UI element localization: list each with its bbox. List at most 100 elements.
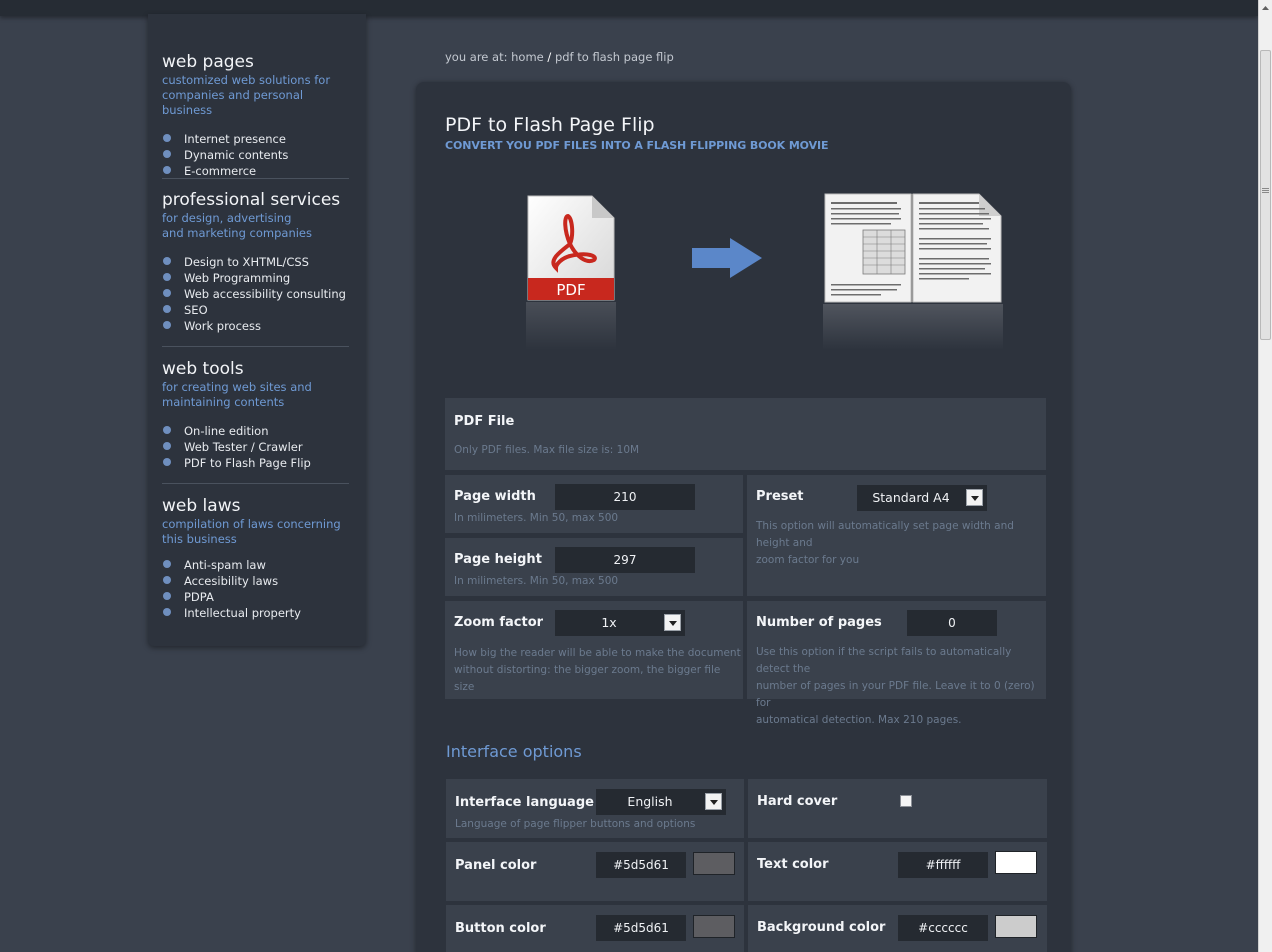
bullet-icon <box>163 442 171 450</box>
bullet-icon <box>163 150 171 158</box>
sidebar: web pages customized web solutions for co… <box>148 14 366 646</box>
number-of-pages-cell: Number of pages 0 Use this option if the… <box>747 601 1046 726</box>
bullet-icon <box>163 289 171 297</box>
sidebar-item[interactable]: Intellectual property <box>162 605 349 621</box>
preset-select[interactable]: Standard A4 <box>857 485 987 511</box>
scroll-up-icon[interactable] <box>1261 4 1270 13</box>
sidebar-item[interactable]: Anti-spam law <box>162 557 349 573</box>
sidebar-item[interactable]: Design to XHTML/CSS <box>162 254 349 270</box>
sidebar-item[interactable]: Web Tester / Crawler <box>162 439 349 455</box>
button-color-cell: Button color #5d5d61 <box>446 905 744 952</box>
background-color-cell: Background color #cccccc <box>748 905 1047 952</box>
bullet-icon <box>163 305 171 313</box>
sidebar-section-title[interactable]: web pages <box>162 52 349 72</box>
pdf-file-label: PDF File <box>454 414 515 429</box>
interface-language-label: Interface language <box>455 795 594 810</box>
page-height-hint: In milimeters. Min 50, max 500 <box>454 575 619 587</box>
page-width-input[interactable]: 210 <box>555 484 695 510</box>
pdf-file-hint: Only PDF files. Max file size is: 10M <box>454 444 640 456</box>
panel-color-cell: Panel color #5d5d61 <box>446 842 744 901</box>
sidebar-item[interactable]: Web accessibility consulting <box>162 286 349 302</box>
preset-selected-value: Standard A4 <box>872 490 950 505</box>
sidebar-item[interactable]: E-commerce <box>162 163 349 179</box>
arrow-right-icon <box>692 238 762 278</box>
preset-cell: Preset Standard A4 This option will auto… <box>747 475 1046 596</box>
pdf-icon-reflection <box>526 302 616 350</box>
bullet-icon <box>163 426 171 434</box>
sidebar-list: Internet presence Dynamic contents E-com… <box>162 131 349 179</box>
chevron-down-icon[interactable] <box>664 614 681 631</box>
page-title: PDF to Flash Page Flip <box>445 114 655 136</box>
sidebar-item[interactable]: On-line edition <box>162 423 349 439</box>
hard-cover-checkbox[interactable] <box>900 795 912 807</box>
button-color-input[interactable]: #5d5d61 <box>596 915 686 941</box>
panel-color-swatch[interactable] <box>693 852 735 875</box>
sidebar-section-subtitle: for design, advertising and marketing com… <box>162 211 312 240</box>
flip-book-icon <box>824 193 1002 303</box>
preset-label: Preset <box>756 489 804 504</box>
pdf-file-icon: PDF <box>527 195 615 301</box>
page-subtitle: CONVERT YOU PDF FILES INTO A FLASH FLIPP… <box>445 139 829 152</box>
sidebar-section-web-pages: web pages customized web solutions for co… <box>162 52 349 179</box>
button-color-swatch[interactable] <box>693 915 735 938</box>
button-color-label: Button color <box>455 921 546 936</box>
background-color-input[interactable]: #cccccc <box>898 915 988 941</box>
breadcrumb-prefix: you are at: <box>445 50 508 64</box>
bullet-icon <box>163 257 171 265</box>
background-color-swatch[interactable] <box>995 915 1037 938</box>
breadcrumb-home-link[interactable]: home <box>511 50 544 64</box>
text-color-input[interactable]: #ffffff <box>898 852 988 878</box>
page-height-input[interactable]: 297 <box>555 547 695 573</box>
flip-book-reflection <box>823 304 1003 350</box>
scroll-grip-icon <box>1262 188 1269 189</box>
bullet-icon <box>163 576 171 584</box>
panel-color-label: Panel color <box>455 858 537 873</box>
sidebar-section-subtitle: customized web solutions for companies an… <box>162 73 331 117</box>
chevron-down-icon[interactable] <box>966 489 983 506</box>
sidebar-item[interactable]: SEO <box>162 302 349 318</box>
pdf-badge-text: PDF <box>556 281 585 299</box>
sidebar-section-title[interactable]: web laws <box>162 496 349 516</box>
sidebar-item[interactable]: Dynamic contents <box>162 147 349 163</box>
sidebar-section-subtitle: compilation of laws concerning this busin… <box>162 517 341 546</box>
vertical-scrollbar[interactable] <box>1258 0 1272 952</box>
sidebar-item[interactable]: Internet presence <box>162 131 349 147</box>
interface-language-hint: Language of page flipper buttons and opt… <box>455 818 696 830</box>
scroll-thumb[interactable] <box>1260 50 1271 340</box>
bullet-icon <box>163 134 171 142</box>
page-width-label: Page width <box>454 489 536 504</box>
zoom-selected-value: 1x <box>601 615 617 630</box>
language-selected-value: English <box>627 794 673 809</box>
sidebar-item[interactable]: Work process <box>162 318 349 334</box>
number-of-pages-input[interactable]: 0 <box>907 610 997 636</box>
interface-language-select[interactable]: English <box>596 789 726 815</box>
hard-cover-label: Hard cover <box>757 794 838 809</box>
sidebar-divider <box>162 483 349 484</box>
chevron-down-icon[interactable] <box>705 793 722 810</box>
sidebar-list: Anti-spam law Accesibility laws PDPA Int… <box>162 557 349 621</box>
interface-language-cell: Interface language English Language of p… <box>446 779 744 838</box>
page-width-cell: Page width 210 In milimeters. Min 50, ma… <box>445 475 743 533</box>
number-of-pages-label: Number of pages <box>756 615 882 630</box>
bullet-icon <box>163 560 171 568</box>
panel-color-input[interactable]: #5d5d61 <box>596 852 686 878</box>
pdf-file-cell[interactable]: PDF File Only PDF files. Max file size i… <box>445 398 1046 470</box>
sidebar-item[interactable]: Web Programming <box>162 270 349 286</box>
sidebar-section-title[interactable]: professional services <box>162 190 349 210</box>
bullet-icon <box>163 321 171 329</box>
text-color-cell: Text color #ffffff <box>748 842 1047 901</box>
sidebar-item[interactable]: Accesibility laws <box>162 573 349 589</box>
sidebar-section-professional-services: professional services for design, advert… <box>162 190 349 334</box>
zoom-factor-label: Zoom factor <box>454 615 544 630</box>
text-color-swatch[interactable] <box>995 851 1037 874</box>
background-color-label: Background color <box>757 920 886 935</box>
sidebar-item[interactable]: PDPA <box>162 589 349 605</box>
sidebar-item[interactable]: PDF to Flash Page Flip <box>162 455 349 471</box>
sidebar-divider <box>162 346 349 347</box>
sidebar-section-title[interactable]: web tools <box>162 359 349 379</box>
zoom-factor-select[interactable]: 1x <box>555 610 685 636</box>
hard-cover-cell: Hard cover <box>748 779 1047 838</box>
sidebar-section-web-laws: web laws compilation of laws concerning t… <box>162 496 349 621</box>
sidebar-section-web-tools: web tools for creating web sites and main… <box>162 359 349 471</box>
interface-options-heading: Interface options <box>446 742 582 761</box>
